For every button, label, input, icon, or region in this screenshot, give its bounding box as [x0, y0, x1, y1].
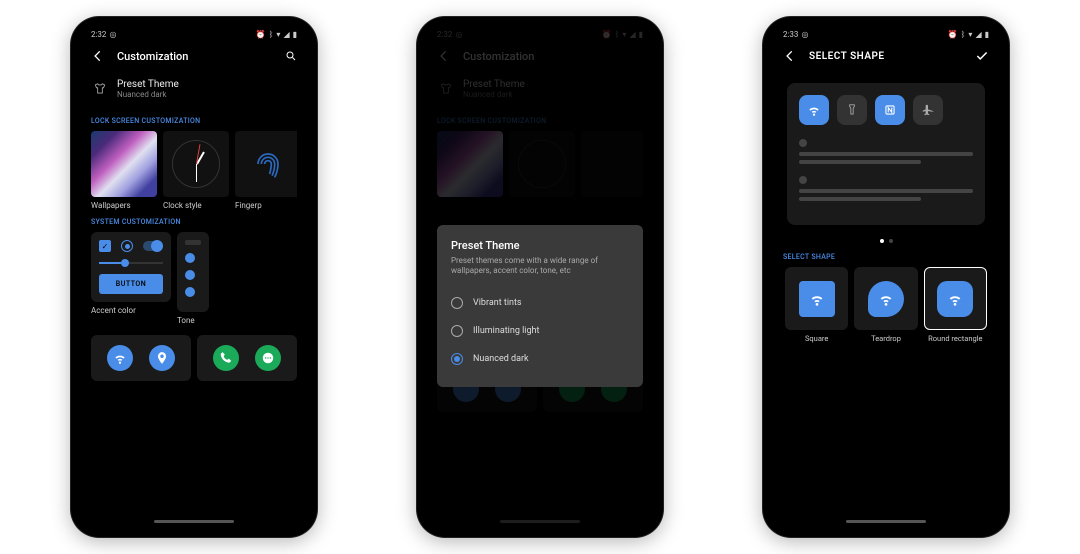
qs-preview-row: [799, 95, 973, 125]
gesture-bar[interactable]: [154, 520, 234, 523]
pager-dots: [783, 239, 989, 243]
option-illuminating-light[interactable]: Illuminating light: [451, 317, 629, 345]
status-bar: 2:33 ◎ ⏰ ᛒ ▾ ◢ ▮: [773, 25, 999, 43]
phone-preset-dialog: 2:32 ◎ ⏰ ᛒ ▾ ◢ ▮ Customization Preset Th…: [417, 17, 663, 537]
status-icons: ⏰ ᛒ ▾ ◢ ▮: [256, 30, 297, 39]
icon-card-left[interactable]: [91, 335, 191, 381]
section-system: System Customization: [91, 218, 297, 226]
checkbox-icon: ✓: [99, 240, 111, 252]
lockscreen-thumbs: Wallpapers Clock style: [91, 131, 297, 210]
notif-dot-icon: ◎: [801, 30, 808, 39]
shape-label: Square: [805, 334, 828, 343]
skeleton-row: [799, 139, 973, 164]
wifi-icon: ▾: [968, 30, 972, 39]
thumb-label: Fingerp: [235, 201, 297, 210]
search-icon[interactable]: [285, 50, 297, 62]
shape-option-round-rectangle[interactable]: Round rectangle: [924, 267, 987, 343]
shape-option-square[interactable]: Square: [785, 267, 848, 343]
button-preview: BUTTON: [99, 274, 163, 294]
pager-dot-active[interactable]: [880, 239, 884, 243]
wallpaper-preview: [91, 131, 157, 197]
gesture-bar[interactable]: [846, 520, 926, 523]
wifi-icon: ▾: [276, 30, 280, 39]
pager-dot[interactable]: [889, 239, 893, 243]
tone-card[interactable]: [177, 232, 209, 312]
toggle-icon: [143, 241, 163, 251]
option-label: Vibrant tints: [473, 298, 522, 308]
phone-customization: 2:32 ◎ ⏰ ᛒ ▾ ◢ ▮ Customization Preset Th…: [71, 17, 317, 537]
alarm-icon: ⏰: [948, 30, 958, 39]
location-circle-icon: [149, 345, 175, 371]
wifi-circle-icon: [107, 345, 133, 371]
shape-label: Teardrop: [871, 334, 901, 343]
preset-title: Preset Theme: [117, 79, 179, 90]
signal-icon: ◢: [975, 30, 981, 39]
shape-label: Round rectangle: [928, 334, 982, 343]
app-header: Customization: [81, 43, 307, 69]
radio-unchecked-icon: [451, 297, 463, 309]
shape-options: Square Teardrop Ro: [783, 267, 989, 343]
alarm-icon: ⏰: [256, 30, 266, 39]
wallpapers-option[interactable]: Wallpapers: [91, 131, 157, 210]
radio-checked-icon: [451, 353, 463, 365]
radio-unchecked-icon: [451, 325, 463, 337]
clock-preview: [163, 131, 229, 197]
shape-preview-panel: [787, 83, 985, 225]
option-label: Illuminating light: [473, 326, 539, 336]
clock-style-option[interactable]: Clock style: [163, 131, 229, 210]
status-bar: 2:32 ◎ ⏰ ᛒ ▾ ◢ ▮: [81, 25, 307, 43]
back-icon[interactable]: [91, 49, 105, 63]
qs-flashlight-tile: [837, 95, 867, 125]
qs-wifi-tile: [799, 95, 829, 125]
accent-color-card[interactable]: ✓ BUTTON: [91, 232, 171, 302]
option-nuanced-dark[interactable]: Nuanced dark: [451, 345, 629, 373]
notif-dot-icon: ◎: [109, 30, 116, 39]
status-time: 2:32: [91, 30, 106, 39]
fingerprint-option[interactable]: Fingerp: [235, 131, 297, 210]
slider-icon: [99, 262, 163, 264]
signal-icon: ◢: [283, 30, 289, 39]
teardrop-shape-icon: [868, 281, 904, 317]
fingerprint-preview: [235, 131, 297, 197]
bluetooth-icon: ᛒ: [961, 30, 966, 39]
phone-circle-icon: [213, 345, 239, 371]
dialog-subtitle: Preset themes come with a wide range of …: [451, 256, 629, 277]
square-shape-icon: [799, 281, 835, 317]
confirm-icon[interactable]: [975, 49, 989, 63]
message-circle-icon: [255, 345, 281, 371]
page-title: Select Shape: [809, 51, 963, 62]
app-header: Select Shape: [773, 43, 999, 69]
battery-icon: ▮: [985, 30, 989, 39]
dialog-title: Preset Theme: [451, 239, 629, 252]
battery-icon: ▮: [293, 30, 297, 39]
section-select-shape: Select Shape: [783, 253, 989, 261]
shape-option-teardrop[interactable]: Teardrop: [854, 267, 917, 343]
option-vibrant-tints[interactable]: Vibrant tints: [451, 289, 629, 317]
preset-theme-row[interactable]: Preset Theme Nuanced dark: [91, 69, 297, 109]
status-time: 2:33: [783, 30, 798, 39]
qs-airplane-tile: [913, 95, 943, 125]
back-icon[interactable]: [783, 49, 797, 63]
icon-card-right[interactable]: [197, 335, 297, 381]
preset-theme-dialog: Preset Theme Preset themes come with a w…: [437, 225, 643, 387]
skeleton-row: [799, 176, 973, 201]
status-icons: ⏰ ᛒ ▾ ◢ ▮: [948, 30, 989, 39]
section-lockscreen: Lock Screen Customization: [91, 117, 297, 125]
radio-icon: [121, 240, 133, 252]
thumb-label: Wallpapers: [91, 201, 157, 210]
icon-cards: [91, 335, 297, 381]
bluetooth-icon: ᛒ: [269, 30, 274, 39]
thumb-label: Clock style: [163, 201, 229, 210]
option-label: Nuanced dark: [473, 354, 529, 364]
card-label: Accent color: [91, 306, 171, 315]
rounded-shape-icon: [937, 281, 973, 317]
card-label: Tone: [177, 316, 209, 325]
phone-select-shape: 2:33 ◎ ⏰ ᛒ ▾ ◢ ▮ Select Shape: [763, 17, 1009, 537]
preset-subtitle: Nuanced dark: [117, 90, 179, 99]
qs-nfc-tile: [875, 95, 905, 125]
theme-icon: [93, 82, 107, 96]
system-cards: ✓ BUTTON Accent color: [91, 232, 297, 325]
page-title: Customization: [117, 50, 273, 63]
